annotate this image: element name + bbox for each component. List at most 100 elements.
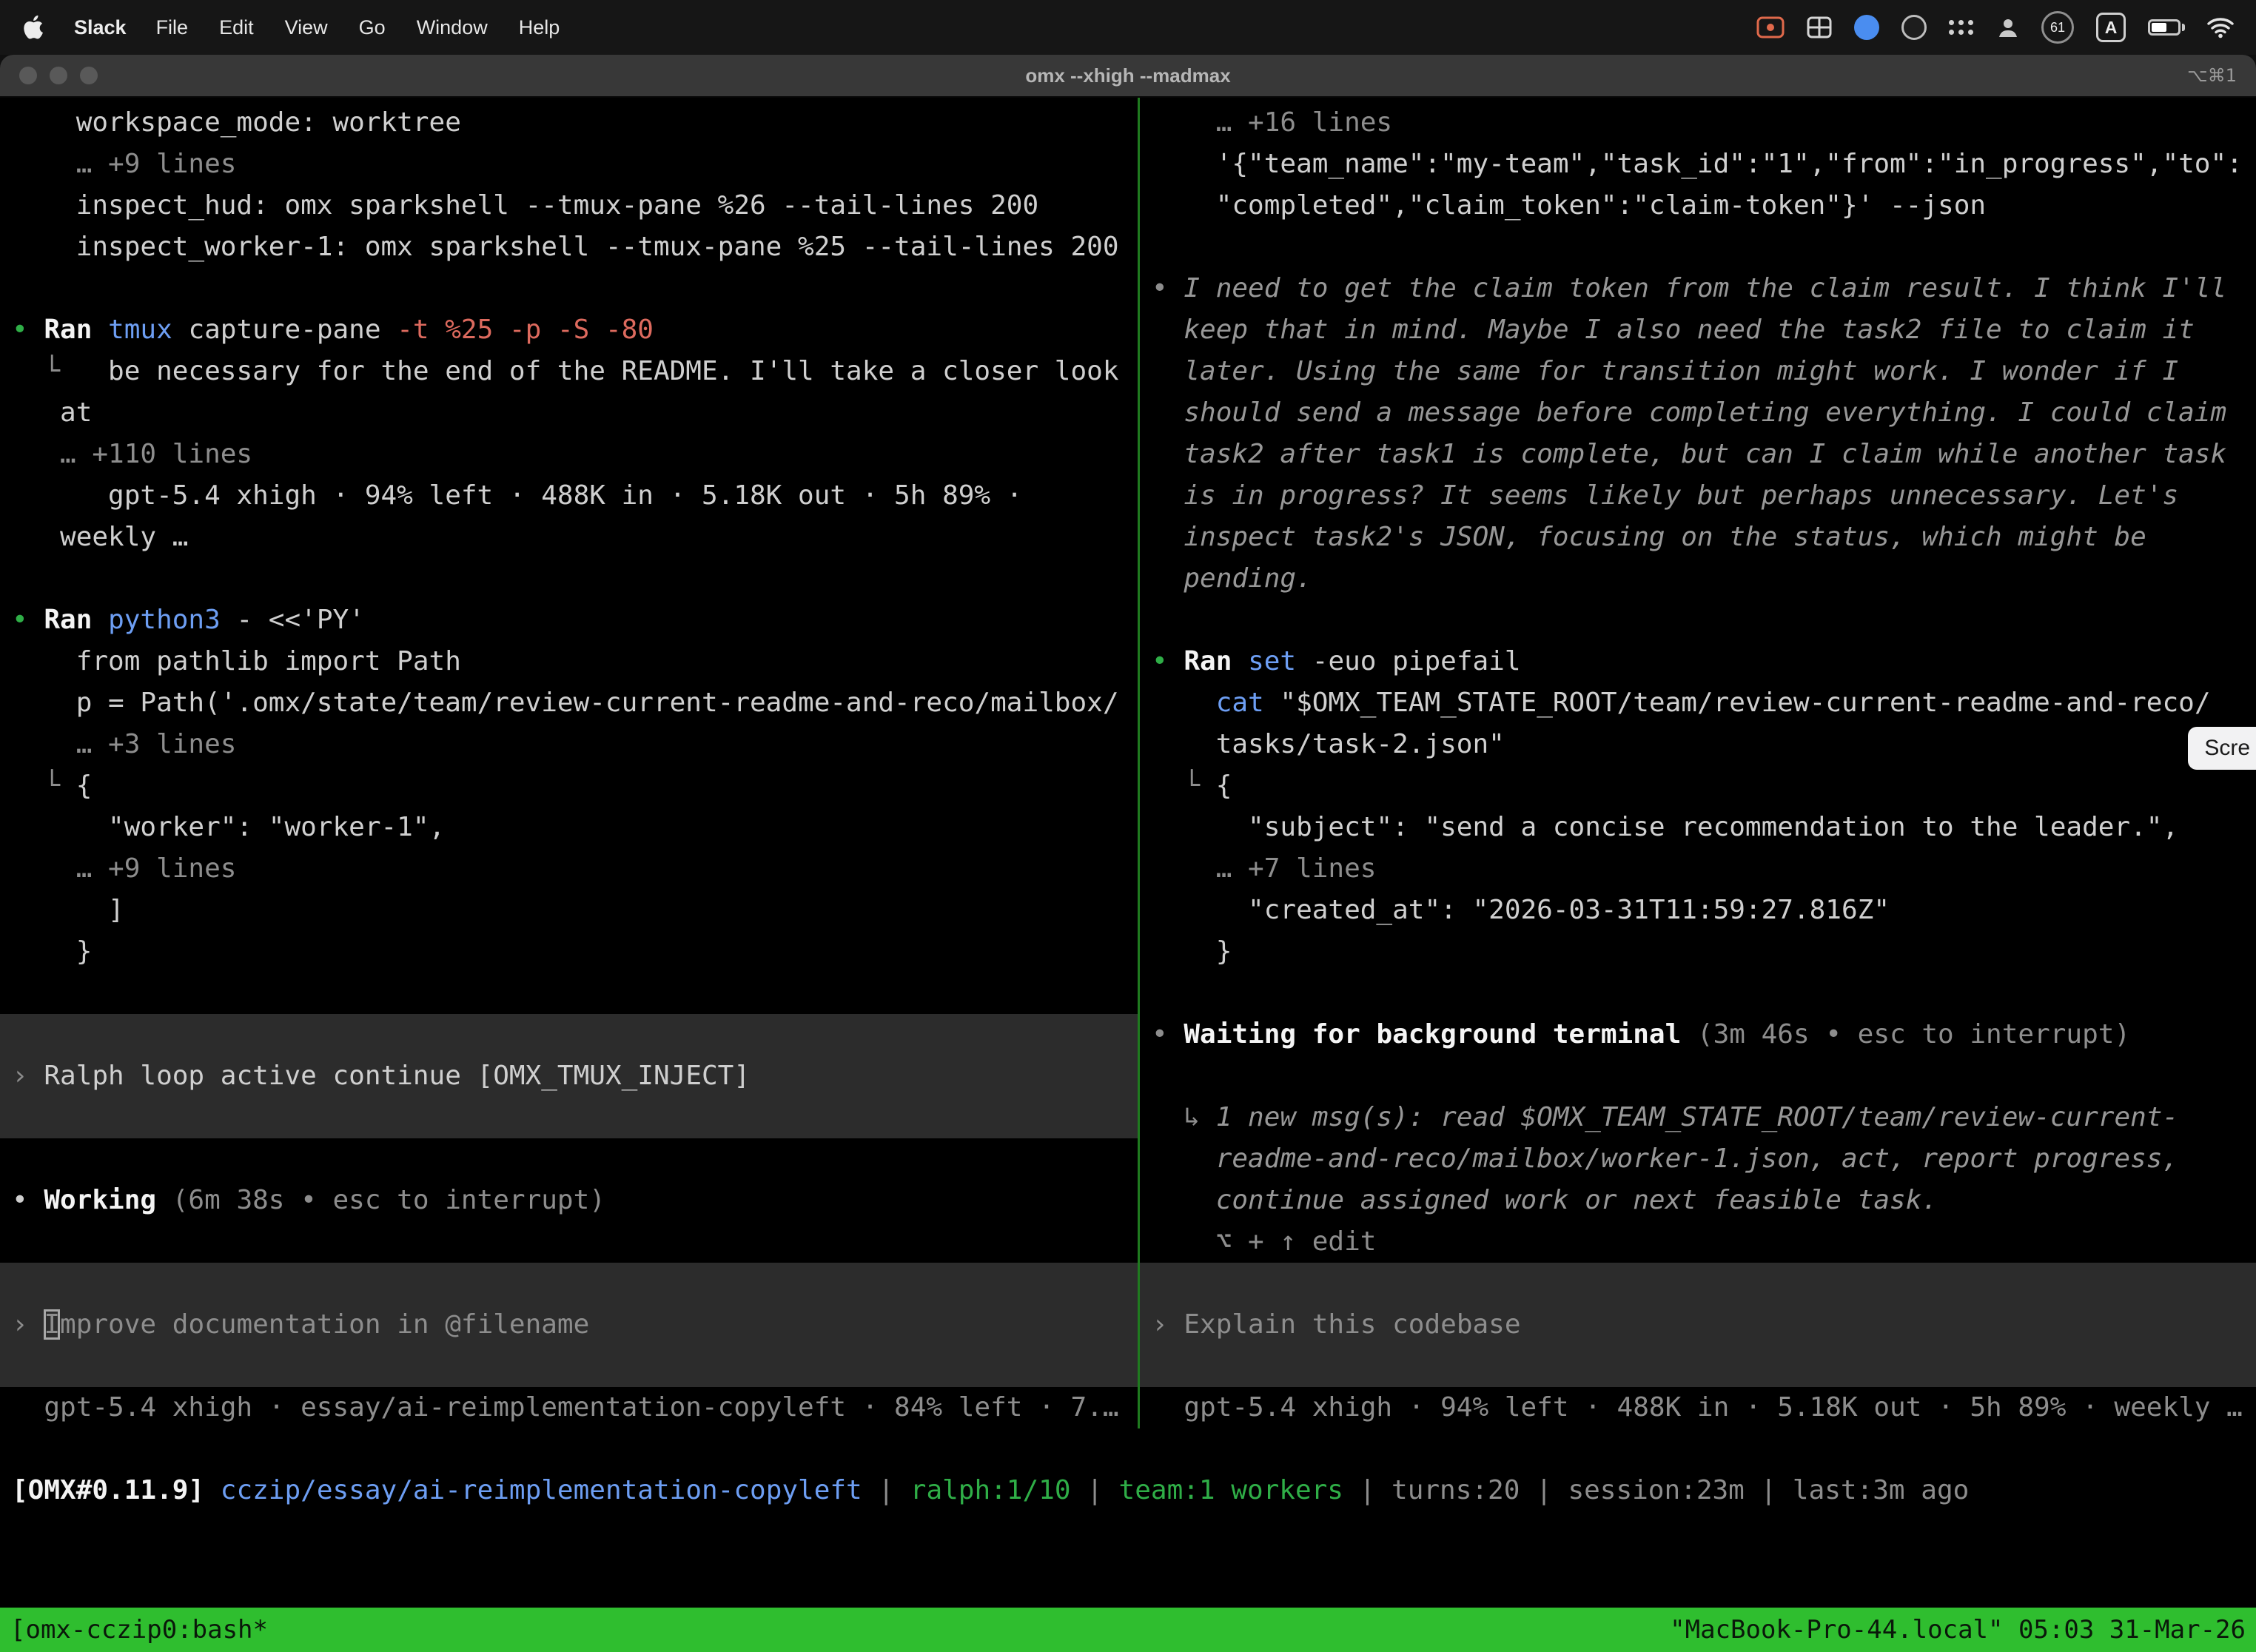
close-button[interactable]: [19, 67, 37, 84]
text-segment: |: [1745, 1475, 1793, 1505]
text-segment: Explain this codebase: [1184, 1309, 1520, 1340]
text-segment: •: [1152, 273, 1184, 303]
pane-footer: gpt-5.4 xhigh · essay/ai-reimplementatio…: [0, 1387, 1138, 1428]
apple-menu[interactable]: [22, 15, 44, 40]
terminal-line: pending.: [1140, 558, 2256, 600]
text-segment: ↳: [1152, 1102, 1216, 1132]
terminal-line: inspect task2's JSON, focusing on the st…: [1140, 517, 2256, 558]
text-segment: ]: [12, 895, 124, 925]
apple-icon: [22, 15, 44, 40]
text-segment: •: [1152, 1019, 1184, 1050]
text-segment: ›: [12, 1061, 44, 1091]
battery-icon[interactable]: [2148, 19, 2185, 36]
text-segment: •: [12, 605, 44, 635]
left-pane[interactable]: workspace_mode: worktree … +9 lines insp…: [0, 98, 1138, 1428]
blank-line: [0, 268, 1138, 309]
window-shortcut-hint: ⌥⌘1: [2187, 65, 2237, 86]
terminal-window: omx --xhigh --madmax ⌥⌘1 workspace_mode:…: [0, 55, 2256, 1652]
menu-item-window[interactable]: Window: [417, 16, 488, 39]
menu-item-go[interactable]: Go: [359, 16, 386, 39]
text-segment: tmux: [108, 315, 188, 345]
window-titlebar[interactable]: omx --xhigh --madmax ⌥⌘1: [0, 55, 2256, 98]
text-segment: turns:20: [1391, 1475, 1520, 1505]
zoom-button[interactable]: [80, 67, 98, 84]
working-status: • Working (6m 38s • esc to interrupt): [0, 1180, 1138, 1221]
text-segment: Ran: [1184, 646, 1248, 676]
window-title: omx --xhigh --madmax: [0, 64, 2256, 87]
terminal-line: p = Path('.omx/state/team/review-current…: [0, 682, 1138, 724]
text-segment: └: [1152, 770, 1216, 801]
text-segment: session:23m: [1568, 1475, 1744, 1505]
text-segment: "completed","claim_token":"claim-token"}…: [1152, 190, 1986, 221]
dots-grid-icon[interactable]: [1949, 19, 1975, 36]
menubar-menus: File Edit View Go Window Help: [156, 16, 560, 39]
right-pane[interactable]: … +16 lines '{"team_name":"my-team","tas…: [1140, 98, 2256, 1428]
text-segment: I: [44, 1309, 60, 1340]
input-source-icon[interactable]: A: [2096, 13, 2126, 42]
blue-app-icon[interactable]: [1854, 15, 1879, 40]
terminal-line: tasks/task-2.json": [1140, 724, 2256, 765]
text-segment: weekly …: [12, 522, 188, 552]
text-segment: Ran: [44, 605, 108, 635]
text-segment: └: [12, 356, 108, 386]
terminal-line: inspect_worker-1: omx sparkshell --tmux-…: [0, 226, 1138, 268]
text-segment: continue assigned work or next feasible …: [1152, 1185, 1938, 1215]
text-segment: inspect task2's JSON, focusing on the st…: [1152, 522, 2146, 552]
menu-app-name[interactable]: Slack: [74, 16, 127, 39]
text-segment: gpt-5.4 xhigh · 94% left · 488K in · 5.1…: [1152, 1392, 2243, 1423]
dark-app-icon[interactable]: [1901, 15, 1927, 40]
terminal-line: continue assigned work or next feasible …: [1140, 1180, 2256, 1221]
wifi-icon[interactable]: [2207, 16, 2234, 38]
text-segment: … +16 lines: [1152, 107, 1392, 138]
text-segment: }: [1152, 936, 1232, 967]
menu-bar: Slack File Edit View Go Window Help 61 A: [0, 0, 2256, 55]
window-grid-icon[interactable]: [1807, 16, 1832, 38]
menu-item-help[interactable]: Help: [519, 16, 560, 39]
text-segment: |: [1071, 1475, 1119, 1505]
text-segment: is in progress? It seems likely but perh…: [1152, 480, 2178, 511]
minimize-button[interactable]: [50, 67, 67, 84]
text-segment: mprove documentation in @filename: [60, 1309, 589, 1340]
text-segment: •: [12, 1185, 44, 1215]
text-segment: task2 after task1 is complete, but can I…: [1152, 439, 2226, 469]
text-segment: capture-pane: [188, 315, 397, 345]
terminal-line: ]: [0, 890, 1138, 931]
terminal-line: is in progress? It seems likely but perh…: [1140, 475, 2256, 517]
text-segment: … +7 lines: [1152, 853, 1376, 884]
terminal-line: workspace_mode: worktree: [0, 102, 1138, 144]
text-segment: (3m 46s • esc to interrupt): [1697, 1019, 2130, 1050]
menu-item-edit[interactable]: Edit: [219, 16, 254, 39]
text-segment: pending.: [1152, 563, 1312, 594]
terminal-line: }: [0, 931, 1138, 973]
user-icon[interactable]: [1997, 16, 2019, 38]
screen-recording-icon[interactable]: [1756, 16, 1785, 38]
text-segment: [204, 1475, 221, 1505]
terminal-line: … +9 lines: [0, 848, 1138, 890]
text-segment: Waiting for background terminal: [1184, 1019, 1697, 1050]
text-segment: p = Path('.omx/state/team/review-current…: [12, 688, 1119, 718]
terminal-line: at: [0, 392, 1138, 434]
blank-line: [1140, 1055, 2256, 1097]
omx-status-line: [OMX#0.11.9] cczip/essay/ai-reimplementa…: [0, 1470, 2256, 1511]
terminal-line: … +7 lines: [1140, 848, 2256, 890]
text-segment: tasks/task-2.json": [1152, 729, 1505, 759]
terminal-line: "completed","claim_token":"claim-token"}…: [1140, 185, 2256, 226]
text-segment: •: [12, 315, 44, 345]
composer-input: › Improve documentation in @filename: [0, 1263, 1138, 1387]
text-segment: … +9 lines: [12, 149, 236, 179]
text-segment: set: [1248, 646, 1312, 676]
battery-gauge-icon[interactable]: 61: [2041, 11, 2074, 44]
text-segment: Ralph loop active continue [OMX_TMUX_INJ…: [44, 1061, 750, 1091]
text-segment: -t %25 -p -S -80: [397, 315, 654, 345]
text-segment: I need to get the claim token from the c…: [1184, 273, 2226, 303]
text-segment: |: [1343, 1475, 1391, 1505]
terminal-line: cat "$OMX_TEAM_STATE_ROOT/team/review-cu…: [1140, 682, 2256, 724]
blank-line: [0, 1138, 1138, 1180]
terminal-line: … +9 lines: [0, 144, 1138, 185]
text-segment: … +9 lines: [12, 853, 236, 884]
menu-item-file[interactable]: File: [156, 16, 189, 39]
text-segment: from pathlib import Path: [12, 646, 461, 676]
menu-item-view[interactable]: View: [285, 16, 328, 39]
text-segment: {: [76, 770, 93, 801]
screenshot-popup[interactable]: Scre: [2188, 727, 2256, 770]
